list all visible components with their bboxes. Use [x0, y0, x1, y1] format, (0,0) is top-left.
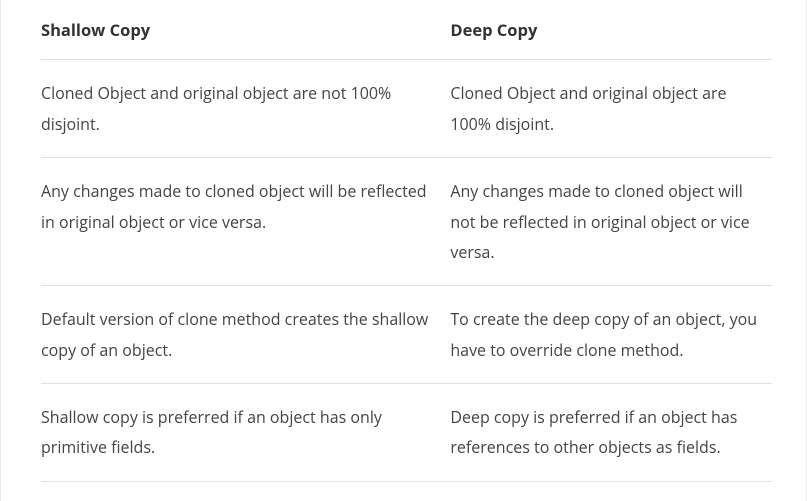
cell-deep: Deep copy is slow and very expensive.: [450, 481, 772, 501]
header-shallow: Shallow Copy: [41, 0, 450, 60]
cell-deep: Cloned Object and original object are 10…: [450, 60, 772, 158]
header-deep: Deep Copy: [450, 0, 772, 60]
table-row: Shallow copy is preferred if an object h…: [41, 384, 772, 482]
table-row: Cloned Object and original object are no…: [41, 60, 772, 158]
table-row: Shallow copy is fast and also less expen…: [41, 481, 772, 501]
cell-deep: Deep copy is preferred if an object has …: [450, 384, 772, 482]
cell-shallow: Shallow copy is preferred if an object h…: [41, 384, 450, 482]
cell-shallow: Shallow copy is fast and also less expen…: [41, 481, 450, 501]
table-header-row: Shallow Copy Deep Copy: [41, 0, 772, 60]
cell-shallow: Any changes made to cloned object will b…: [41, 158, 450, 286]
comparison-table-container: Shallow Copy Deep Copy Cloned Object and…: [0, 0, 807, 501]
cell-shallow: Default version of clone method creates …: [41, 286, 450, 384]
cell-deep: Any changes made to cloned object will n…: [450, 158, 772, 286]
cell-shallow: Cloned Object and original object are no…: [41, 60, 450, 158]
cell-deep: To create the deep copy of an object, yo…: [450, 286, 772, 384]
table-row: Default version of clone method creates …: [41, 286, 772, 384]
comparison-table: Shallow Copy Deep Copy Cloned Object and…: [41, 0, 772, 501]
table-row: Any changes made to cloned object will b…: [41, 158, 772, 286]
